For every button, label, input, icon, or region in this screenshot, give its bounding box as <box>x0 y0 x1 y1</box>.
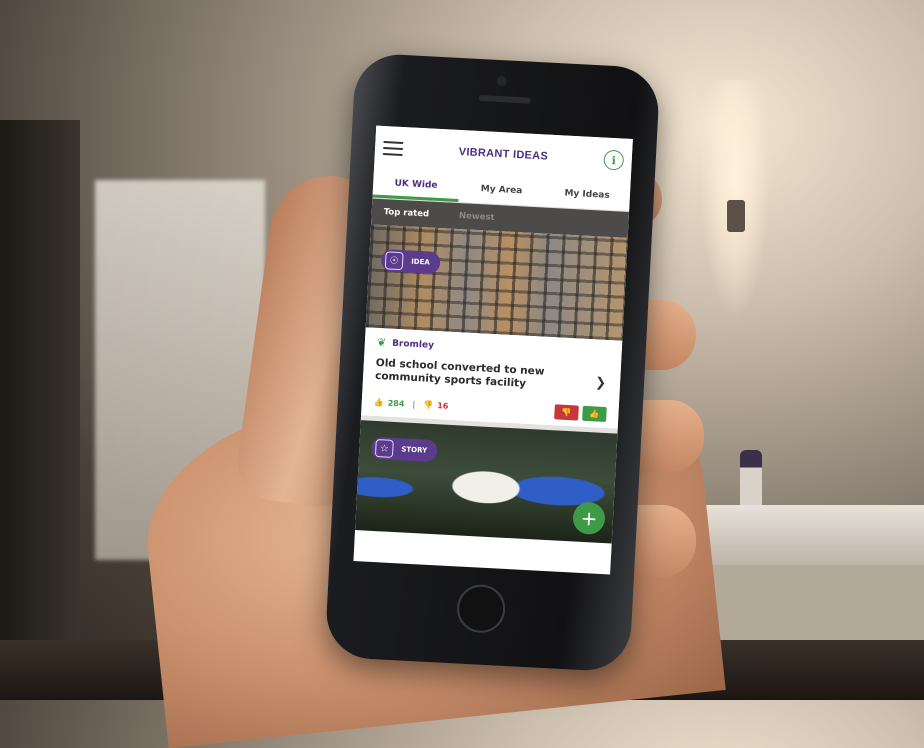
count-separator: | <box>412 399 416 410</box>
hamburger-menu-icon[interactable] <box>382 140 404 157</box>
downvote-button[interactable]: 👎 <box>554 404 579 421</box>
story-badge: ☆ STORY <box>370 436 438 463</box>
card-body: ❦ Bromley Old school converted to new co… <box>361 327 623 429</box>
card-image-hockey: ☆ STORY + <box>355 420 618 544</box>
phone: VIBRANT IDEAS i UK Wide My Area My Ideas… <box>324 52 661 673</box>
badge-label: STORY <box>401 445 428 455</box>
upvote-button[interactable]: 👍 <box>582 405 607 423</box>
home-button[interactable] <box>455 583 507 634</box>
tab-my-ideas[interactable]: My Ideas <box>544 178 631 210</box>
subtab-top-rated[interactable]: Top rated <box>383 207 429 219</box>
downvote-count: 16 <box>436 401 449 411</box>
front-camera <box>496 75 507 87</box>
tab-uk-wide[interactable]: UK Wide <box>372 169 460 202</box>
add-button[interactable]: + <box>572 501 606 536</box>
app-screen: VIBRANT IDEAS i UK Wide My Area My Ideas… <box>353 125 633 575</box>
lightbulb-icon: ☉ <box>384 251 404 271</box>
location-label: Bromley <box>391 338 435 351</box>
leaf-icon: ❦ <box>376 335 387 350</box>
location: ❦ Bromley <box>377 336 610 361</box>
earpiece-speaker <box>478 94 531 104</box>
thumbs-down-icon: 👎 <box>423 400 434 410</box>
story-card[interactable]: ☆ STORY + <box>355 420 618 544</box>
card-title[interactable]: Old school converted to new community sp… <box>375 357 576 393</box>
tab-my-area[interactable]: My Area <box>458 174 545 206</box>
badge-label: IDEA <box>410 257 430 267</box>
card-image-building: ☉ IDEA <box>365 224 628 341</box>
upvote-count: 284 <box>387 398 405 409</box>
app-title: VIBRANT IDEAS <box>458 145 549 163</box>
subtab-newest[interactable]: Newest <box>459 211 495 223</box>
wall-lamp <box>727 200 745 232</box>
window <box>0 120 80 680</box>
thumbs-up-icon: 👍 <box>589 409 600 419</box>
story-icon: ☆ <box>374 438 394 458</box>
thumbs-down-icon: 👎 <box>561 407 572 418</box>
vote-buttons: 👎 👍 <box>554 404 607 423</box>
vote-counts: 👍 284 | 👎 16 <box>374 398 449 411</box>
idea-badge: ☉ IDEA <box>380 249 441 275</box>
info-icon[interactable]: i <box>603 149 625 171</box>
idea-card[interactable]: ☉ IDEA ❦ Bromley Old school converted to… <box>361 224 628 429</box>
chevron-right-icon[interactable]: ❯ <box>595 375 607 391</box>
thumbs-up-icon: 👍 <box>373 397 384 408</box>
